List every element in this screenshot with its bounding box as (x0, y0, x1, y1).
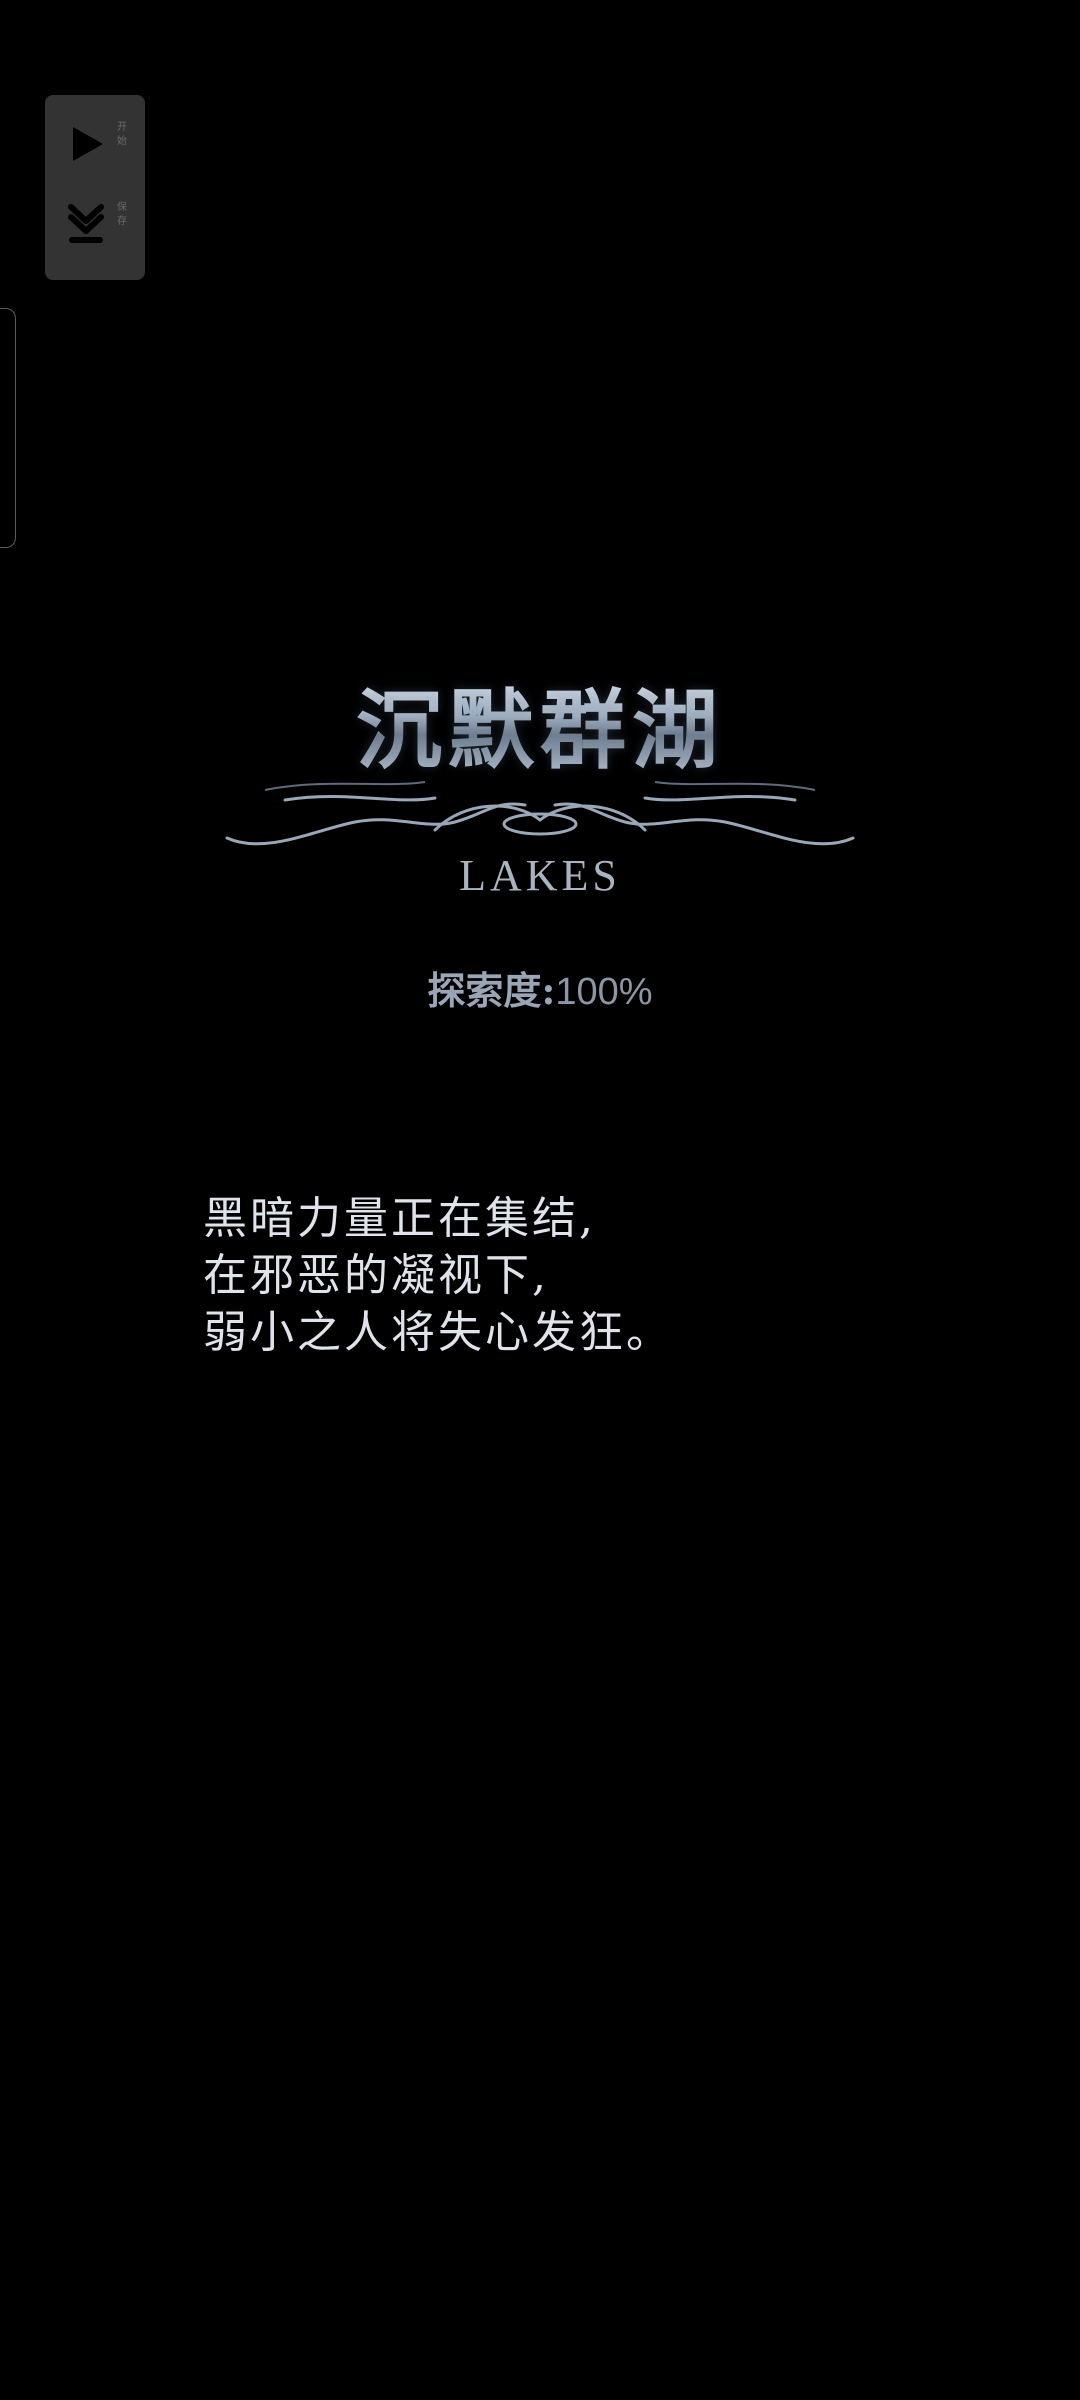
title-ornament-icon (225, 781, 855, 846)
download-icon (68, 204, 104, 243)
exploration-label: 探索度: (427, 968, 556, 1013)
area-title-english: LAKES (459, 851, 621, 900)
save-label: 保存 (117, 202, 127, 227)
play-icon (73, 127, 103, 161)
side-drawer-handle[interactable] (0, 308, 16, 548)
description-line: 弱小之人将失心发狂。 (203, 1307, 673, 1358)
start-label: 开始 (117, 122, 127, 147)
start-button[interactable]: 开始 (45, 103, 145, 183)
description-line: 黑暗力量正在集结, (203, 1193, 596, 1244)
exploration-value: 100% (555, 971, 653, 1013)
save-button[interactable]: 保存 (45, 183, 145, 263)
area-description: 黑暗力量正在集结, 在邪恶的凝视下, 弱小之人将失心发狂。 (203, 1190, 963, 1361)
exploration-progress: 探索度:100% (0, 960, 1080, 1015)
area-title-logo: 沉默群湖 LAKES (225, 660, 855, 910)
floating-control-panel: 开始 保存 (45, 95, 145, 280)
description-line: 在邪恶的凝视下, (203, 1250, 549, 1301)
